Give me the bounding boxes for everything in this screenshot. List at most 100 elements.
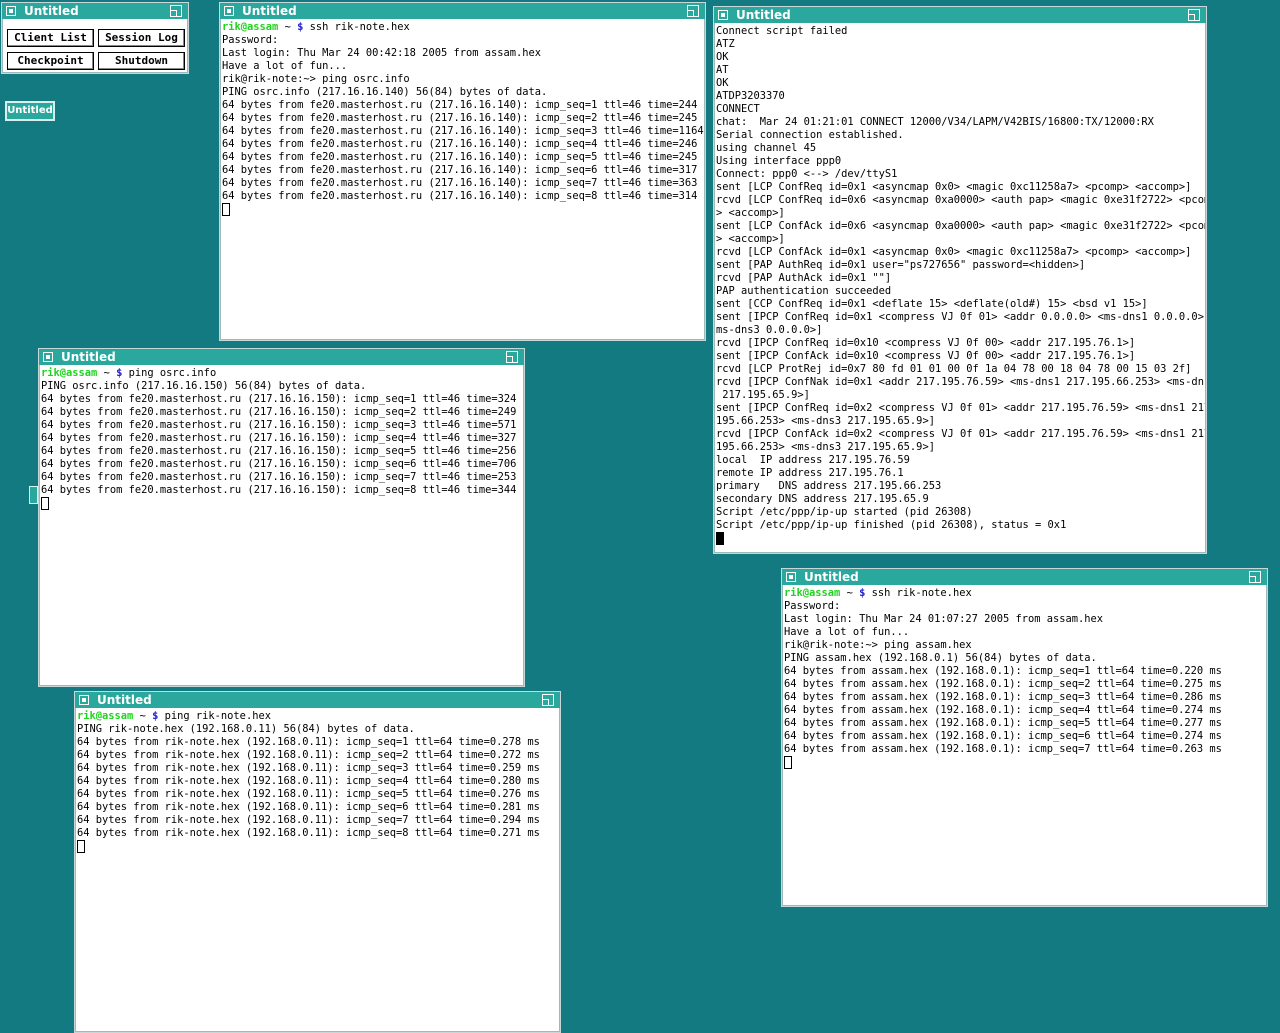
- terminal-line: 195.66.253> <ms-dns3 217.195.65.9>]: [716, 415, 935, 427]
- terminal-window: Untitled rik@assam ~ $ ping rik-note.hex P…: [74, 691, 561, 1033]
- prompt-command: ssh rik-note.hex: [303, 21, 410, 33]
- terminal-line: sent [LCP ConfReq id=0x1 <asyncmap 0x0> …: [716, 181, 1192, 193]
- text-cursor: [784, 756, 792, 769]
- terminal-output[interactable]: rik@assam ~ $ ssh rik-note.hex Password: L…: [783, 587, 1266, 905]
- terminal-line: remote IP address 217.195.76.1: [716, 467, 904, 479]
- terminal-line: 64 bytes from assam.hex (192.168.0.1): i…: [784, 665, 1222, 677]
- window-titlebar[interactable]: Untitled: [220, 3, 705, 19]
- terminal-line: sent [PAP AuthReq id=0x1 user="ps727656"…: [716, 259, 1086, 271]
- maximize-icon[interactable]: [687, 5, 699, 17]
- terminal-line: rik@assam ~ $ ping rik-note.hex: [77, 710, 559, 723]
- terminal-line: 64 bytes from assam.hex (192.168.0.1): i…: [784, 743, 1222, 755]
- terminal-line: Have a lot of fun...: [222, 60, 348, 72]
- terminal-line: sent [LCP ConfAck id=0x6 <asyncmap 0xa00…: [716, 220, 1205, 232]
- iconified-window-icon[interactable]: Untitled: [5, 101, 55, 121]
- window-titlebar[interactable]: Untitled: [782, 569, 1267, 585]
- terminal-line: 64 bytes from fe20.masterhost.ru (217.16…: [41, 445, 523, 457]
- prompt-user-host: rik@assam: [222, 21, 279, 33]
- terminal-line: 64 bytes from fe20.masterhost.ru (217.16…: [41, 484, 523, 496]
- prompt-user-host: rik@assam: [77, 710, 134, 722]
- terminal-line: 217.195.65.9>]: [716, 389, 810, 401]
- text-cursor: [41, 497, 49, 510]
- maximize-icon[interactable]: [1249, 571, 1261, 583]
- prompt-command: ssh rik-note.hex: [865, 587, 972, 599]
- terminal-line: Have a lot of fun...: [784, 626, 910, 638]
- terminal-line: [716, 532, 1205, 545]
- terminal-line: secondary DNS address 217.195.65.9: [716, 493, 929, 505]
- terminal-line: rik@assam ~ $ ping osrc.info: [41, 367, 523, 380]
- terminal-line: Script /etc/ppp/ip-up finished (pid 2630…: [716, 519, 1067, 531]
- window-menu-icon[interactable]: [43, 352, 53, 362]
- prompt-command: ping rik-note.hex: [158, 710, 271, 722]
- session-log-button[interactable]: Session Log: [98, 29, 185, 47]
- session-manager-titlebar[interactable]: Untitled: [2, 3, 188, 19]
- terminal-line: primary DNS address 217.195.66.253: [716, 480, 942, 492]
- window-menu-icon[interactable]: [6, 6, 16, 16]
- terminal-line: 64 bytes from rik-note.hex (192.168.0.11…: [77, 814, 540, 826]
- terminal-line: rcvd [LCP ProtRej id=0x7 80 fd 01 01 00 …: [716, 363, 1192, 375]
- window-menu-icon[interactable]: [79, 695, 89, 705]
- terminal-line: rcvd [LCP ConfAck id=0x1 <asyncmap 0x0> …: [716, 246, 1192, 258]
- terminal-line: 64 bytes from fe20.masterhost.ru (217.16…: [222, 164, 704, 176]
- offscreen-window-edge[interactable]: [29, 486, 38, 504]
- window-title: Untitled: [61, 350, 116, 364]
- window-menu-icon[interactable]: [786, 572, 796, 582]
- terminal-line: [77, 840, 559, 853]
- text-cursor: [222, 203, 230, 216]
- terminal-line: 64 bytes from fe20.masterhost.ru (217.16…: [222, 112, 704, 124]
- window-titlebar[interactable]: Untitled: [39, 349, 524, 365]
- maximize-icon[interactable]: [542, 694, 554, 706]
- terminal-line: Password:: [784, 600, 841, 612]
- terminal-line: 64 bytes from fe20.masterhost.ru (217.16…: [222, 99, 704, 111]
- terminal-line: 64 bytes from assam.hex (192.168.0.1): i…: [784, 730, 1222, 742]
- maximize-icon[interactable]: [506, 351, 518, 363]
- terminal-output[interactable]: rik@assam ~ $ ping osrc.info PING osrc.in…: [40, 367, 523, 685]
- terminal-line: 64 bytes from fe20.masterhost.ru (217.16…: [41, 393, 523, 405]
- window-menu-icon[interactable]: [718, 10, 728, 20]
- terminal-line: OK: [716, 77, 729, 89]
- terminal-line: PING osrc.info (217.16.16.140) 56(84) by…: [222, 86, 548, 98]
- prompt-path: ~: [840, 587, 860, 599]
- terminal-line: 64 bytes from rik-note.hex (192.168.0.11…: [77, 762, 540, 774]
- terminal-line: 64 bytes from fe20.masterhost.ru (217.16…: [222, 138, 704, 150]
- terminal-window: Untitled rik@assam ~ $ ping osrc.info PING…: [38, 348, 525, 687]
- prompt-command: ping osrc.info: [122, 367, 217, 379]
- window-titlebar[interactable]: Untitled: [714, 7, 1206, 23]
- terminal-line: rik@rik-note:~> ping osrc.info: [222, 73, 410, 85]
- window-titlebar[interactable]: Untitled: [75, 692, 560, 708]
- terminal-line: 64 bytes from fe20.masterhost.ru (217.16…: [222, 151, 704, 163]
- terminal-line: 64 bytes from rik-note.hex (192.168.0.11…: [77, 775, 540, 787]
- terminal-line: 64 bytes from assam.hex (192.168.0.1): i…: [784, 691, 1222, 703]
- terminal-line: 64 bytes from fe20.masterhost.ru (217.16…: [41, 458, 523, 470]
- terminal-output[interactable]: rik@assam ~ $ ping rik-note.hex PING rik-…: [76, 710, 559, 1031]
- terminal-line: Connect script failed: [716, 25, 848, 37]
- shutdown-button[interactable]: Shutdown: [98, 52, 185, 70]
- terminal-line: rik@assam ~ $ ssh rik-note.hex: [222, 21, 704, 34]
- terminal-line: rcvd [IPCP ConfReq id=0x10 <compress VJ …: [716, 337, 1136, 349]
- terminal-line: 64 bytes from fe20.masterhost.ru (217.16…: [41, 406, 523, 418]
- terminal-line: Last login: Thu Mar 24 00:42:18 2005 fro…: [222, 47, 542, 59]
- maximize-icon[interactable]: [170, 5, 182, 17]
- terminal-output[interactable]: rik@assam ~ $ ssh rik-note.hex Password: L…: [221, 21, 704, 339]
- terminal-line: PING rik-note.hex (192.168.0.11) 56(84) …: [77, 723, 415, 735]
- maximize-icon[interactable]: [1188, 9, 1200, 21]
- terminal-line: > <accomp>]: [716, 207, 785, 219]
- terminal-line: [41, 497, 523, 510]
- terminal-line: sent [IPCP ConfReq id=0x1 <compress VJ 0…: [716, 311, 1205, 323]
- text-cursor: [716, 532, 724, 545]
- terminal-line: using channel 45: [716, 142, 817, 154]
- window-title: Untitled: [242, 4, 297, 18]
- client-list-button[interactable]: Client List: [7, 29, 94, 47]
- terminal-line: rcvd [IPCP ConfNak id=0x1 <addr 217.195.…: [716, 376, 1205, 388]
- terminal-output[interactable]: Connect script failed ATZ OK AT OK ATDP320337…: [715, 25, 1205, 552]
- window-menu-icon[interactable]: [224, 6, 234, 16]
- terminal-line: Script /etc/ppp/ip-up started (pid 26308…: [716, 506, 973, 518]
- terminal-line: rik@rik-note:~> ping assam.hex: [784, 639, 972, 651]
- terminal-line: 64 bytes from assam.hex (192.168.0.1): i…: [784, 717, 1222, 729]
- terminal-line: PING osrc.info (217.16.16.150) 56(84) by…: [41, 380, 367, 392]
- checkpoint-button[interactable]: Checkpoint: [7, 52, 94, 70]
- terminal-line: sent [CCP ConfReq id=0x1 <deflate 15> <d…: [716, 298, 1148, 310]
- terminal-window: Untitled Connect script failed ATZ OK AT OK AT…: [713, 6, 1207, 554]
- terminal-line: 64 bytes from rik-note.hex (192.168.0.11…: [77, 749, 540, 761]
- terminal-line: CONNECT: [716, 103, 760, 115]
